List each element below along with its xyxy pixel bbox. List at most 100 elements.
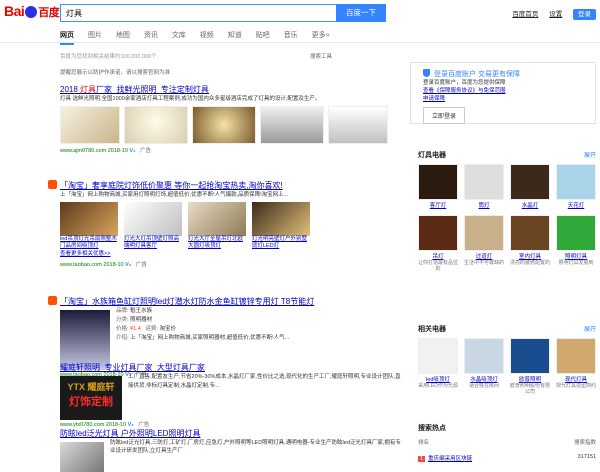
info-label: 分类: xyxy=(116,317,129,323)
panel-item-name[interactable]: led吸顶灯 xyxy=(418,375,458,383)
panel-item-name[interactable]: 室内灯具 xyxy=(510,252,550,260)
panel-item-desc: 漂亮的装修配置的 xyxy=(510,260,551,266)
panel-item-image[interactable] xyxy=(556,338,596,374)
login-guarantee-box: 登录百度账户 交易更有保障 登录百度账户，百度为您提供保障 查看《保障服务协议》… xyxy=(410,62,596,124)
product-caption[interactable]: led吊顶灯光吊扇照整木门品房间吸顶灯 xyxy=(60,236,118,250)
search-tools-button[interactable]: 搜索工具 xyxy=(310,52,332,60)
paw-icon xyxy=(25,6,38,18)
panel-item[interactable]: 过道灯 生活中不可或缺的 xyxy=(464,215,504,272)
url-text[interactable]: www.ajm0780.com xyxy=(60,148,106,154)
panel-item-image[interactable] xyxy=(418,164,458,200)
type-value: 照明器材 xyxy=(130,317,153,323)
panel-item[interactable]: 水晶灯 xyxy=(510,164,550,209)
product-caption[interactable]: 灯光明亮壁灯户外别墅庭灯LED灯 xyxy=(252,236,310,250)
result-title[interactable]: 耀庭轩照明_专业灯具厂家_大型灯具厂家 xyxy=(60,362,405,373)
panel-item[interactable]: 吊灯 让你打造最有品位的 xyxy=(418,215,458,272)
hot-item[interactable]: 重庆编采用区块链 xyxy=(428,456,472,462)
product-image[interactable] xyxy=(60,202,118,236)
panel-grid: led吸顶灯 采用LED作为光源 水晶吸顶灯 适合吸在房间 欧普照明 欧普照明股份有限公司… xyxy=(418,338,596,395)
panel-item[interactable]: 水晶吸顶灯 适合吸在房间 xyxy=(464,338,504,395)
col-index: 搜索指数 xyxy=(573,440,596,446)
product-image[interactable] xyxy=(60,442,104,472)
intro-value: 上「淘宝」网上购物商城,买家照明器材,超值低价,优惠不断!人气... xyxy=(130,335,290,341)
panel-item-image[interactable] xyxy=(510,164,550,200)
product-caption[interactable]: 灯光大灯吊顶壁灯照高端明灯具客厅 xyxy=(124,236,182,250)
lamp-image[interactable] xyxy=(192,106,256,144)
panel-item-name[interactable]: 水晶吸顶灯 xyxy=(464,375,504,383)
panel-item-image[interactable] xyxy=(464,338,504,374)
panel-item-name[interactable]: 欧普照明 xyxy=(510,375,550,383)
panel-item-name[interactable]: 客厅灯 xyxy=(418,201,458,209)
settings-link[interactable]: 设置 xyxy=(549,11,562,18)
product-cell[interactable]: 灯光大灯吊顶壁灯照高端明灯具客厅 xyxy=(124,202,182,250)
panel-item-image[interactable] xyxy=(464,164,504,200)
result-abstract: 上「淘宝」网上购物商城,买家用灯照明灯饰,超值低价,优惠不断!人气爆款,品质保障… xyxy=(60,192,289,198)
verified-icon[interactable]: V₃ xyxy=(125,262,131,268)
info-label: 品牌: xyxy=(116,308,129,314)
panel-item-desc: 采用LED作为光源 xyxy=(418,383,458,389)
product-caption[interactable]: 灯光大厅全屋吊灯北欧大圆灯吸顶灯 xyxy=(188,236,246,250)
verified-icon[interactable]: V₂ xyxy=(129,148,135,154)
expand-button[interactable]: 展开 xyxy=(584,324,596,333)
expand-button[interactable]: 展开 xyxy=(584,150,596,159)
panel-item-name[interactable]: 天花灯 xyxy=(556,201,596,209)
panel-item-image[interactable] xyxy=(510,338,550,374)
product-cell[interactable]: 灯光明亮壁灯户外别墅庭灯LED灯 xyxy=(252,202,310,250)
product-image[interactable] xyxy=(124,202,182,236)
panel-item[interactable]: 筒灯 xyxy=(464,164,504,209)
lamp-image[interactable] xyxy=(124,106,188,144)
panel-item[interactable]: led吸顶灯 采用LED作为光源 xyxy=(418,338,458,395)
panel-item[interactable]: 现代灯具 现代灯具造型简约 xyxy=(556,338,596,395)
baidu-logo[interactable]: Bai 百度 xyxy=(4,3,60,20)
rank-badge: 1 xyxy=(418,456,426,462)
product-info: 品牌: 魁王水族 分类: 照明器材 价格: ¥1.4 运费: 淘宝价 介绍: 上… xyxy=(60,307,405,343)
panel-item-name[interactable]: 现代灯具 xyxy=(556,375,596,383)
logo-text: Bai xyxy=(4,3,25,19)
panel-item-image[interactable] xyxy=(418,338,458,374)
panel-item-image[interactable] xyxy=(556,215,596,251)
hot-row[interactable]: 1 重庆编采用区块链 317151 xyxy=(418,454,596,462)
product-image[interactable] xyxy=(188,202,246,236)
panel-item[interactable]: 天花灯 xyxy=(556,164,596,209)
product-image[interactable] xyxy=(252,202,310,236)
product-image[interactable] xyxy=(60,310,110,370)
guarantee-title: 登录百度账户 交易更有保障 xyxy=(423,69,583,79)
product-cell[interactable]: 灯光大厅全屋吊灯北欧大圆灯吸顶灯 xyxy=(188,202,246,250)
guarantee-line: 登录百度账户，百度为您提供保障 xyxy=(423,80,506,86)
result-title[interactable]: 「淘宝」水族箱鱼缸灯照明led灯潜水灯防水金鱼缸镀锌专用灯 T8节能灯 xyxy=(60,296,405,307)
url-text[interactable]: www.taobao.com xyxy=(60,262,102,268)
panel-item-name[interactable]: 吊灯 xyxy=(418,252,458,260)
lamp-image[interactable] xyxy=(260,106,324,144)
search-button[interactable]: 百度一下 xyxy=(336,4,386,22)
panel-item-image[interactable] xyxy=(556,164,596,200)
panel-item[interactable]: 欧普照明 欧普照明股份有限公司 xyxy=(510,338,550,395)
lamp-image[interactable] xyxy=(60,106,120,144)
panel-item[interactable]: 照明灯具 照明灯具发展到 xyxy=(556,215,596,272)
product-images: led吊顶灯光吊扇照整木门品房间吸顶灯 灯光大灯吊顶壁灯照高端明灯具客厅 灯光大… xyxy=(60,202,405,250)
panel-item-name[interactable]: 筒灯 xyxy=(464,201,504,209)
panel-item-image[interactable] xyxy=(418,215,458,251)
lamp-image[interactable] xyxy=(328,106,388,144)
guarantee-line[interactable]: 查看《保障服务协议》与免保范围 xyxy=(423,87,583,95)
guarantee-line[interactable]: 申请保障 xyxy=(423,95,583,103)
panel-item-image[interactable] xyxy=(464,215,504,251)
product-cell[interactable]: led吊顶灯光吊扇照整木门品房间吸顶灯 xyxy=(60,202,118,250)
login-now-button[interactable]: 立即登录 xyxy=(423,107,466,124)
panel-item-name[interactable]: 照明灯具 xyxy=(556,252,596,260)
ytx-logo[interactable]: YTX 耀庭轩 灯饰定制 xyxy=(60,376,122,420)
panel-item[interactable]: 客厅灯 xyxy=(418,164,458,209)
login-button[interactable]: 登录 xyxy=(573,9,596,20)
panel-item-name[interactable]: 过道灯 xyxy=(464,252,504,260)
divider xyxy=(0,42,600,43)
top-bar: Bai 百度 百度一下 百度首页 设置 登录 xyxy=(0,0,600,28)
panel-item[interactable]: 室内灯具 漂亮的装修配置的 xyxy=(510,215,550,272)
search-input[interactable] xyxy=(61,5,301,21)
panel-item-image[interactable] xyxy=(510,215,550,251)
result-title[interactable]: 2018 灯具厂家_找鲜光照明_专注定制灯具 xyxy=(60,84,405,95)
home-link[interactable]: 百度首页 xyxy=(512,11,538,18)
info-label: 价格: xyxy=(116,326,129,332)
more-link[interactable]: 查看更多相关优惠>> xyxy=(60,250,405,258)
panel-item-name[interactable]: 水晶灯 xyxy=(510,201,550,209)
result-title[interactable]: 防眩led泛光灯具 户外照明LED照明灯具 xyxy=(60,428,405,439)
result-title[interactable]: 「淘宝」奢享庭院灯饰低价聚惠 等你一起抢淘宝热卖,淘你喜欢! xyxy=(60,180,405,191)
